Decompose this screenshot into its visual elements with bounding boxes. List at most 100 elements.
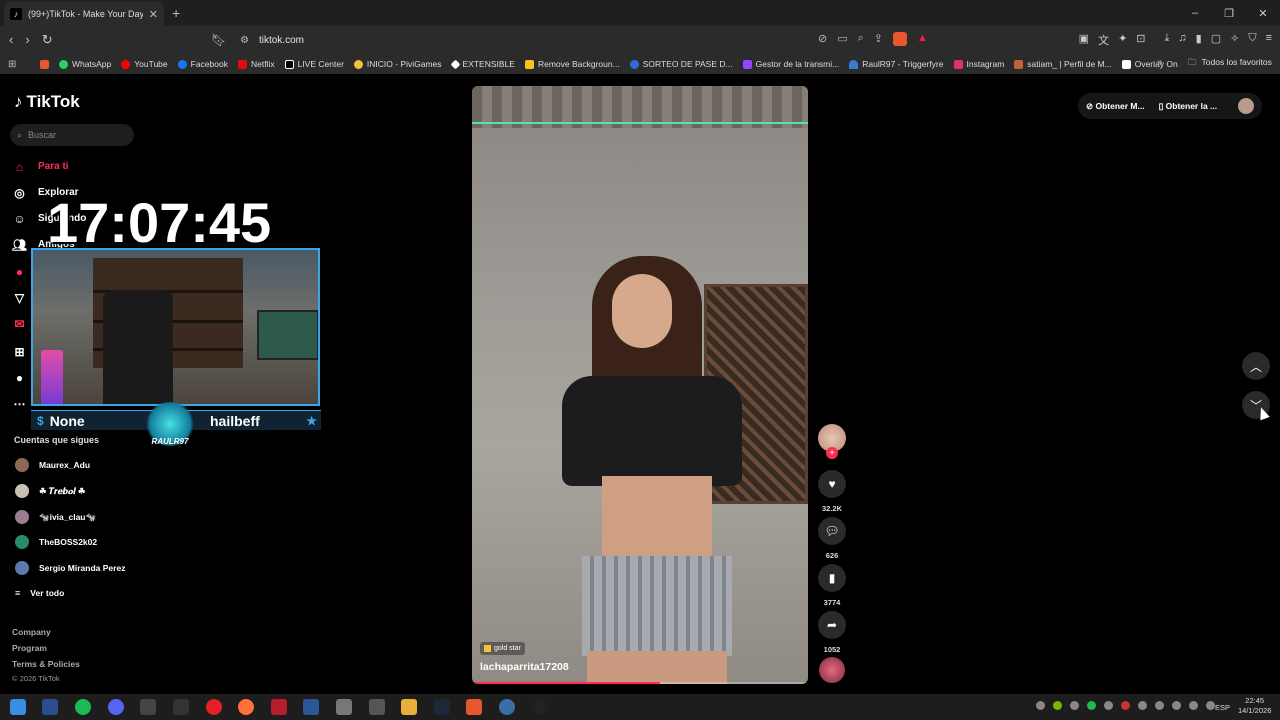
spotify-tray-icon[interactable]	[1087, 701, 1096, 710]
back-icon[interactable]: ‹	[9, 32, 13, 48]
firefox-icon[interactable]	[238, 699, 254, 715]
bookmark-item[interactable]: YouTube	[121, 59, 168, 69]
steam-tray-icon[interactable]	[1155, 701, 1164, 710]
bookmark-item[interactable]: LIVE Center	[284, 59, 344, 69]
app-icon[interactable]	[140, 699, 156, 715]
video-username[interactable]: lachaparrita17208	[480, 661, 569, 673]
reload-icon[interactable]: ↻	[42, 32, 53, 48]
sidebar-toggle-icon[interactable]: ▮	[1196, 32, 1202, 48]
see-all-link[interactable]: ≡ Ver todo	[15, 588, 64, 598]
bookmark-icon[interactable]: 🔖︎	[211, 33, 226, 47]
share-icon[interactable]: ⇪	[874, 32, 883, 46]
clock[interactable]: 22:45 14/1/2026	[1238, 696, 1271, 716]
tray-icon[interactable]	[1172, 701, 1181, 710]
discord-icon[interactable]	[108, 699, 124, 715]
video-player[interactable]: gold star lachaparrita17208	[472, 86, 808, 684]
bookmark-item[interactable]: Facebook	[177, 59, 228, 69]
search-input[interactable]: ⌕ Buscar	[10, 124, 134, 146]
menu-icon[interactable]: ≡	[1266, 32, 1272, 48]
apps-grid-icon[interactable]: ⊞	[8, 59, 22, 70]
bookmark-item[interactable]: satiam_ | Perfil de M...	[1014, 59, 1112, 69]
gold-star-badge[interactable]: gold star	[480, 642, 525, 655]
following-item[interactable]: ☘ 𝑻𝒓𝒆𝒃𝒐𝒍 ☘	[15, 484, 85, 498]
save-button[interactable]: ▮ 3774	[818, 564, 846, 607]
file-explorer-icon[interactable]	[401, 699, 417, 715]
spotify-icon[interactable]	[75, 699, 91, 715]
close-window-button[interactable]: ✕	[1246, 0, 1280, 26]
leo-icon[interactable]: ✧	[1230, 32, 1239, 48]
word-icon[interactable]	[303, 699, 319, 715]
following-item[interactable]: TheBOSS2k02	[15, 535, 97, 549]
browser-tab[interactable]: ♪ (99+)TikTok - Make Your Day ✕	[4, 2, 164, 26]
volume-icon[interactable]	[1206, 701, 1215, 710]
bookmark-item[interactable]: EXTENSIBLE	[450, 59, 515, 69]
extensions-icon[interactable]: ✦	[1118, 32, 1127, 48]
get-app-button[interactable]: ⊘ Obtener M...	[1086, 101, 1145, 112]
footer-company[interactable]: Company	[12, 627, 51, 637]
bookmark-item[interactable]: Overlay On	[1121, 59, 1178, 69]
following-item[interactable]: Sergio Miranda Perez	[15, 561, 125, 575]
bookmark-item[interactable]: Gestor de la transmi...	[742, 59, 839, 69]
sidebar-item-upload[interactable]: ⊞	[12, 344, 27, 359]
tab-close-icon[interactable]: ✕	[149, 8, 158, 21]
sidebar-item-para-ti[interactable]: ⌂ Para ti	[12, 159, 69, 174]
bookmark-item[interactable]: INICIO - PiviGames	[353, 59, 442, 69]
bookmark-item[interactable]: RaulR97 - Triggerfyre	[849, 59, 944, 69]
zoom-icon[interactable]: ⌕	[858, 32, 864, 46]
rewards-icon[interactable]: ▲	[917, 32, 928, 46]
music-disc-avatar[interactable]	[819, 657, 845, 683]
epic-games-icon[interactable]	[173, 699, 189, 715]
sidebar-item-more[interactable]: ⋯	[12, 396, 27, 411]
steam-icon[interactable]	[434, 699, 450, 715]
sidebar-item-messages[interactable]: ✉	[12, 316, 27, 331]
language-indicator[interactable]: ESP	[1215, 703, 1230, 712]
app-icon[interactable]	[336, 699, 352, 715]
user-avatar[interactable]	[1238, 98, 1254, 114]
following-item[interactable]: 🐄ivia_clau🐄	[15, 510, 96, 524]
footer-program[interactable]: Program	[12, 643, 47, 653]
minimize-button[interactable]: –	[1178, 0, 1212, 26]
tiktok-logo[interactable]: ♪ TikTok	[14, 92, 80, 112]
tray-icon[interactable]	[1053, 701, 1062, 710]
all-favorites-button[interactable]: 🗀 Todos los favoritos	[1188, 57, 1272, 71]
tray-icon[interactable]	[1070, 701, 1079, 710]
sidebar-item-live[interactable]: ●	[12, 264, 27, 279]
video-progress[interactable]	[472, 682, 808, 684]
comment-button[interactable]: 💬︎ 626	[818, 517, 846, 560]
like-button[interactable]: ♥ 32.2K	[818, 470, 846, 513]
tray-icon[interactable]	[1138, 701, 1147, 710]
follow-plus-icon[interactable]: +	[826, 447, 838, 459]
bookmark-brave[interactable]	[40, 59, 49, 69]
bookmark-item[interactable]: Instagram	[953, 59, 1004, 69]
calculator-icon[interactable]	[369, 699, 385, 715]
vpn-icon[interactable]: ⛉	[1248, 32, 1256, 48]
obs-icon[interactable]	[532, 699, 548, 715]
new-tab-button[interactable]: +	[172, 5, 180, 21]
cast-icon[interactable]: ▭	[837, 32, 847, 46]
media-icon[interactable]: ♫	[1178, 32, 1186, 48]
following-item[interactable]: Maurex_Adu	[15, 458, 90, 472]
app-icon[interactable]	[499, 699, 515, 715]
brave-icon[interactable]	[466, 699, 482, 715]
tray-icon[interactable]	[1104, 701, 1113, 710]
download-icon[interactable]: ⤓	[1165, 32, 1170, 48]
valorant-icon[interactable]	[271, 699, 287, 715]
bookmark-item[interactable]: SORTEO DE PASE D...	[629, 59, 733, 69]
share-button[interactable]: ➦ 1052	[818, 611, 846, 654]
mic-tray-icon[interactable]	[1121, 701, 1130, 710]
opera-icon[interactable]	[206, 699, 222, 715]
bookmark-item[interactable]: Remove Backgroun...	[524, 59, 620, 69]
app-icon[interactable]	[42, 699, 58, 715]
restore-button[interactable]: ❐	[1212, 0, 1246, 26]
no-media-icon[interactable]: ⊘	[818, 32, 827, 46]
wallet2-icon[interactable]: ▢	[1211, 32, 1221, 48]
wallet-icon[interactable]: ▣	[1079, 32, 1089, 48]
site-info-icon[interactable]: ⚙	[240, 35, 249, 46]
sidebar-item-activity[interactable]: ▽	[12, 290, 27, 305]
sidebar-item-profile[interactable]: ●	[12, 370, 27, 385]
screenshot-icon[interactable]: ⊡	[1136, 32, 1145, 48]
bookmark-item[interactable]: WhatsApp	[59, 59, 111, 69]
windows-start-icon[interactable]	[10, 699, 26, 715]
tray-icon[interactable]	[1036, 701, 1045, 710]
bookmark-item[interactable]: Netflix	[237, 59, 275, 69]
